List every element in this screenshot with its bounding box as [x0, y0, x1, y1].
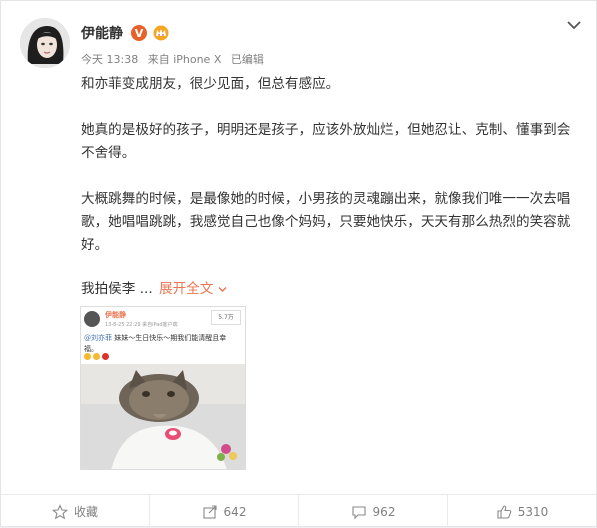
embedded-body: @刘亦菲 妹妹～生日快乐～期我们能清醒且幸福。	[84, 334, 227, 353]
comment-icon	[351, 505, 366, 519]
paragraph-3: 大概跳舞的时候，是最像她的时候，小男孩的灵魂蹦出来，就像我们唯一一次去唱歌，她唱…	[81, 191, 571, 253]
expand-chevron-icon	[218, 286, 227, 292]
paragraph-2: 她真的是极好的孩子，明明还是孩子，应该外放灿烂，但她忍让、克制、懂事到会不舍得。	[81, 122, 571, 161]
expand-full-text-link[interactable]: 展开全文	[159, 281, 227, 297]
author-line: 伊能静 V	[81, 22, 170, 44]
embedded-emoji-row	[84, 353, 109, 360]
favorite-button[interactable]: 收藏	[1, 495, 150, 528]
favorite-label: 收藏	[73, 505, 98, 519]
embedded-count: 5.7万	[211, 310, 241, 325]
edited-label[interactable]: 已编辑	[231, 53, 264, 66]
post-time[interactable]: 今天 13:38	[81, 53, 138, 66]
author-avatar[interactable]	[20, 18, 70, 68]
comment-button[interactable]: 962	[299, 495, 448, 528]
post-source[interactable]: 来自 iPhone X	[148, 53, 222, 66]
embedded-author: 伊能静	[105, 311, 126, 319]
embedded-avatar	[84, 311, 100, 327]
post-text: 和亦菲变成朋友，很少见面，但总有感应。 她真的是极好的孩子，明明还是孩子，应该外…	[81, 73, 581, 257]
like-button[interactable]: 5310	[448, 495, 596, 528]
share-icon	[202, 504, 217, 519]
cat-cake-photo	[81, 364, 245, 469]
weibo-post-card: 伊能静 V 今天 13:38 来自 iPhone X 已编辑 和亦菲变成朋友，很…	[0, 0, 597, 528]
teaser-text: 我拍侯李	[81, 281, 136, 297]
share-count: 642	[223, 504, 247, 519]
star-icon	[51, 503, 68, 519]
chevron-down-icon[interactable]	[565, 18, 583, 32]
author-name[interactable]: 伊能静	[81, 23, 123, 43]
thumbs-up-icon	[497, 504, 512, 519]
embedded-image-thumbnail[interactable]: 伊能静 13-8-25 22:29 来自iPad客户端 5.7万 @刘亦菲 妹妹…	[80, 306, 246, 470]
share-button[interactable]: 642	[150, 495, 299, 528]
paragraph-1: 和亦菲变成朋友，很少见面，但总有感应。	[81, 76, 340, 92]
post-meta: 今天 13:38 来自 iPhone X 已编辑	[81, 51, 270, 67]
teaser-line: 我拍侯李 ... 展开全文	[81, 277, 227, 297]
action-bar: 收藏 642 962 5310	[1, 494, 596, 528]
vip-crown-icon[interactable]	[152, 25, 170, 41]
like-count: 5310	[517, 504, 549, 519]
embedded-meta: 13-8-25 22:29 来自iPad客户端	[105, 322, 178, 328]
verified-badge-icon[interactable]: V	[131, 25, 147, 41]
comment-count: 962	[372, 504, 396, 519]
